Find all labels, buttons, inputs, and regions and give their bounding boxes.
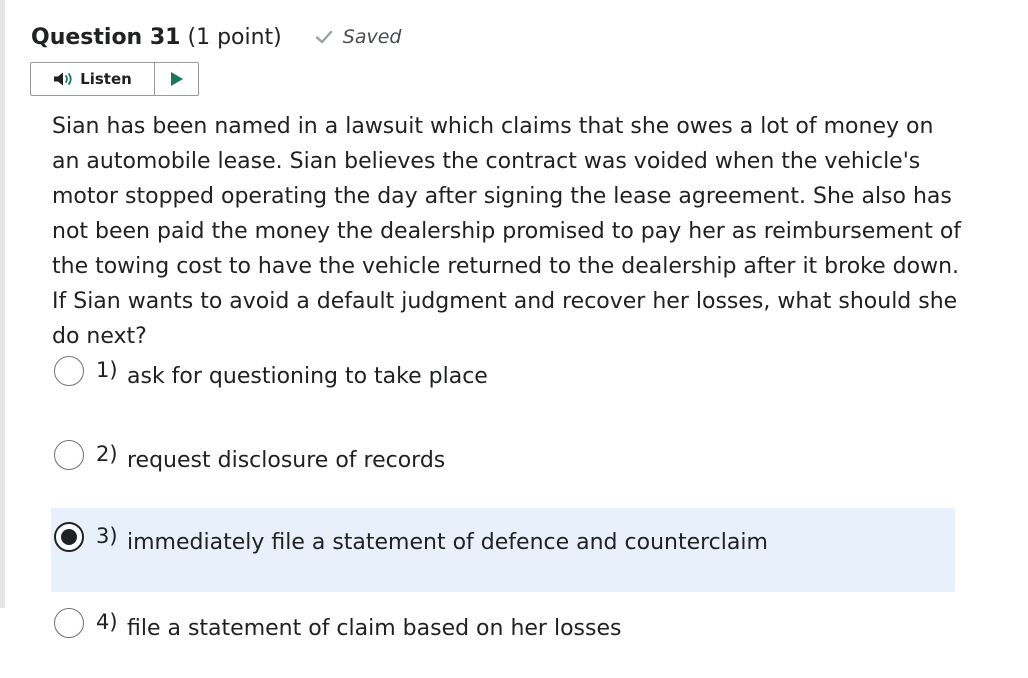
- left-border-bar: [0, 0, 5, 608]
- answer-option-4[interactable]: 4) file a statement of claim based on he…: [51, 602, 955, 672]
- question-points: (1 point): [187, 24, 282, 50]
- listen-control: Listen: [30, 62, 199, 96]
- option-number: 3): [96, 524, 118, 548]
- option-text: file a statement of claim based on her l…: [127, 616, 622, 641]
- answer-option-2[interactable]: 2) request disclosure of records: [51, 434, 955, 518]
- answer-option-3[interactable]: 3) immediately file a statement of defen…: [51, 508, 955, 592]
- listen-button[interactable]: Listen: [31, 63, 155, 95]
- radio-button-3[interactable]: [54, 522, 84, 552]
- option-number: 1): [96, 358, 118, 382]
- play-button[interactable]: [155, 63, 198, 95]
- checkmark-icon: [315, 28, 333, 46]
- radio-button-1[interactable]: [54, 356, 84, 386]
- option-text: ask for questioning to take place: [127, 364, 488, 389]
- option-text: request disclosure of records: [127, 448, 446, 473]
- radio-button-2[interactable]: [54, 440, 84, 470]
- option-number: 2): [96, 442, 118, 466]
- option-text: immediately file a statement of defence …: [127, 530, 768, 555]
- question-header: Question 31 (1 point) Saved: [31, 22, 401, 52]
- answer-option-1[interactable]: 1) ask for questioning to take place: [51, 350, 955, 434]
- option-number: 4): [96, 610, 118, 634]
- radio-button-4[interactable]: [54, 608, 84, 638]
- saved-status: Saved: [342, 26, 402, 48]
- speaker-icon: [54, 72, 72, 86]
- question-title: Question 31: [31, 24, 181, 50]
- question-text: Sian has been named in a lawsuit which c…: [52, 114, 962, 349]
- play-icon: [170, 72, 183, 86]
- listen-label: Listen: [80, 70, 132, 88]
